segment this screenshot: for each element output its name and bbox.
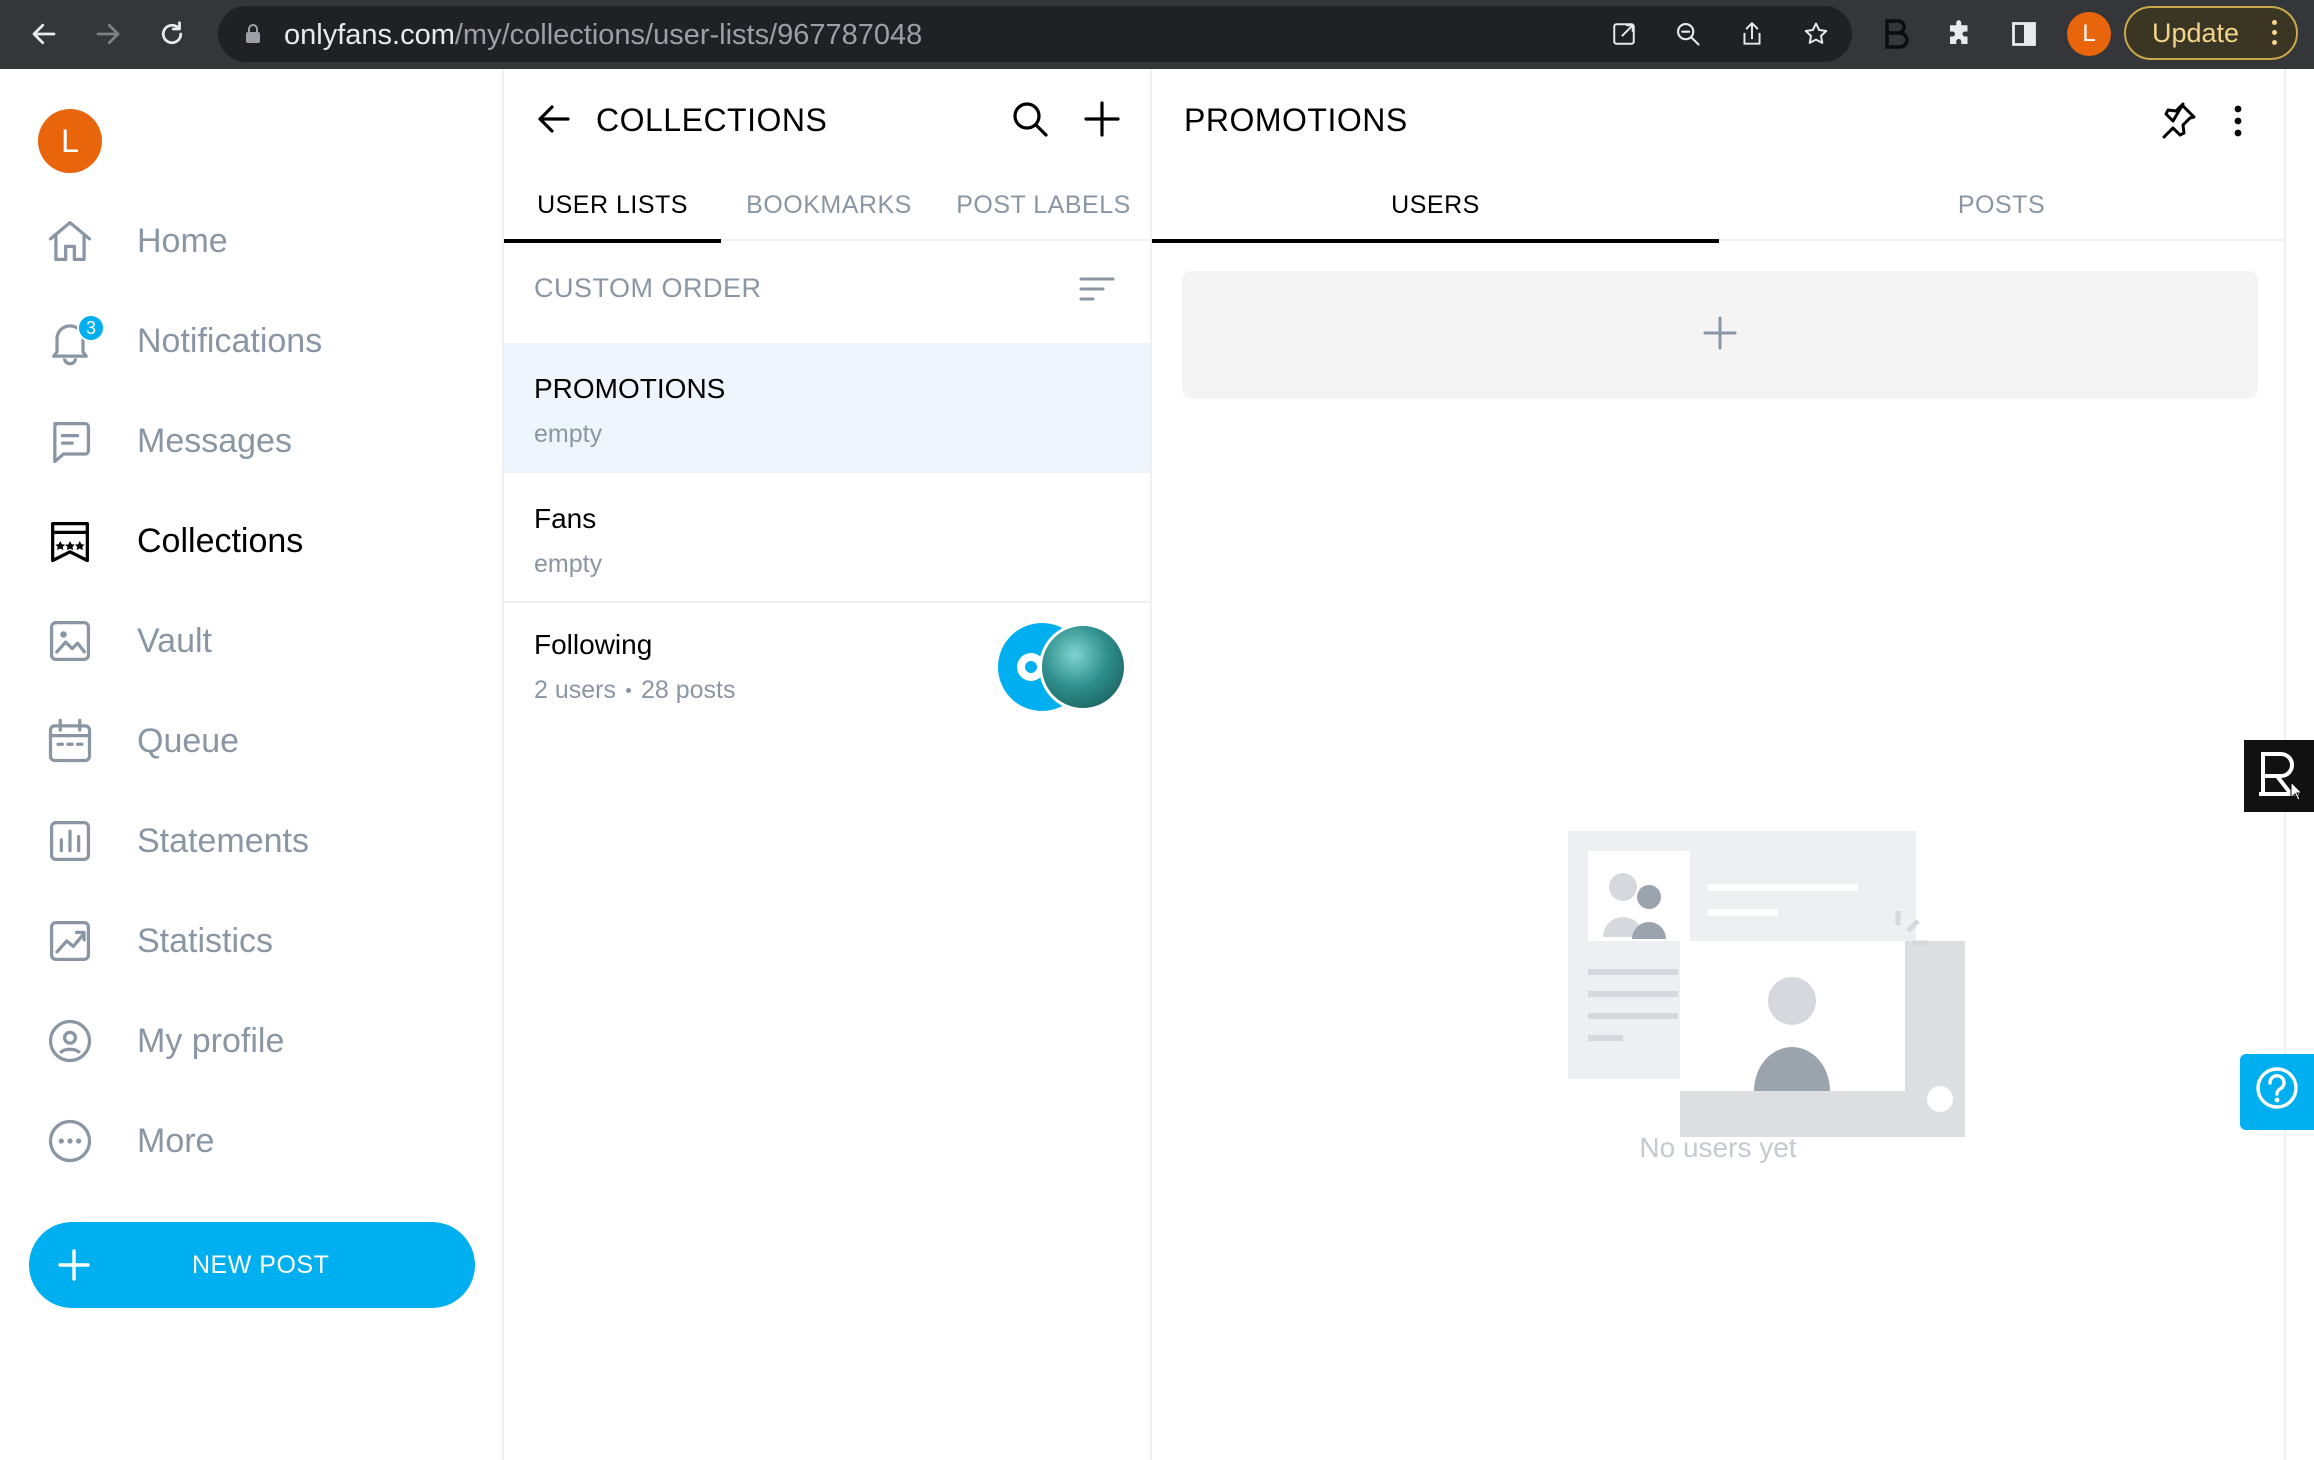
sidebar-item-more[interactable]: More bbox=[40, 1106, 480, 1176]
list-item-following[interactable]: Following 2 users 28 posts bbox=[504, 603, 1150, 733]
new-post-button[interactable]: NEW POST bbox=[29, 1222, 475, 1308]
sort-row[interactable]: CUSTOM ORDER bbox=[504, 241, 1150, 337]
add-users-button[interactable] bbox=[1182, 271, 2258, 399]
tab-users[interactable]: USERS bbox=[1152, 169, 1719, 243]
open-in-app-icon[interactable] bbox=[1606, 16, 1642, 52]
bar-chart-icon bbox=[40, 811, 100, 871]
sidebar-item-label: Collections bbox=[137, 521, 304, 560]
extension-b-icon[interactable] bbox=[1876, 14, 1916, 54]
list-name: PROMOTIONS bbox=[534, 373, 726, 404]
tab-post-labels[interactable]: POST LABELS bbox=[937, 169, 1150, 241]
new-post-label: NEW POST bbox=[192, 1250, 330, 1279]
sidebar-item-label: Notifications bbox=[137, 321, 323, 360]
puzzle-icon[interactable] bbox=[1940, 14, 1980, 54]
sidebar-item-label: Messages bbox=[137, 421, 292, 460]
extension-r-widget[interactable] bbox=[2244, 740, 2314, 812]
sidebar-item-label: My profile bbox=[137, 1021, 285, 1060]
browser-toolbar: onlyfans.com/my/collections/user-lists/9… bbox=[0, 0, 2314, 69]
sidebar-item-statements[interactable]: Statements bbox=[40, 806, 480, 876]
profile-icon bbox=[40, 1011, 100, 1071]
share-icon[interactable] bbox=[1734, 16, 1770, 52]
sidebar-item-queue[interactable]: Queue bbox=[40, 706, 480, 776]
empty-users-illustration-icon bbox=[1508, 759, 1968, 1144]
posts-count: 28 posts bbox=[640, 676, 736, 704]
users-count: 2 users bbox=[534, 676, 616, 704]
list-count: empty bbox=[534, 550, 603, 578]
bookmark-star-icon[interactable] bbox=[1798, 16, 1834, 52]
sidebar-item-notifications[interactable]: 3 Notifications bbox=[40, 306, 480, 376]
collections-tabs: USER LISTS BOOKMARKS POST LABELS bbox=[504, 169, 1150, 243]
tab-user-lists[interactable]: USER LISTS bbox=[504, 169, 721, 243]
calendar-icon bbox=[40, 711, 100, 771]
pin-icon[interactable] bbox=[2158, 101, 2198, 146]
list-name: Fans bbox=[534, 503, 597, 534]
forward-arrow-icon[interactable] bbox=[86, 12, 130, 56]
sidebar-item-label: Vault bbox=[137, 621, 212, 660]
update-button[interactable]: Update bbox=[2124, 6, 2298, 60]
browser-profile-avatar[interactable]: L bbox=[2067, 12, 2111, 56]
bell-icon: 3 bbox=[40, 311, 105, 371]
kebab-menu-icon bbox=[2272, 20, 2278, 50]
kebab-menu-icon[interactable] bbox=[2228, 101, 2248, 146]
url-text: onlyfans.com/my/collections/user-lists/9… bbox=[284, 19, 923, 51]
list-name: Following bbox=[534, 629, 653, 660]
page-title: COLLECTIONS bbox=[596, 102, 828, 138]
list-title: PROMOTIONS bbox=[1184, 102, 1408, 138]
sidebar-item-label: Queue bbox=[137, 721, 240, 760]
tab-bookmarks[interactable]: BOOKMARKS bbox=[721, 169, 937, 241]
collections-header: COLLECTIONS bbox=[504, 69, 1150, 169]
line-chart-icon bbox=[40, 911, 100, 971]
message-icon bbox=[40, 411, 100, 471]
more-icon bbox=[40, 1111, 100, 1171]
update-label: Update bbox=[2152, 17, 2240, 48]
tab-posts[interactable]: POSTS bbox=[1719, 169, 2284, 241]
home-icon bbox=[40, 211, 100, 271]
plus-icon bbox=[1702, 315, 1738, 356]
list-item-fans[interactable]: Fans empty bbox=[504, 473, 1150, 603]
sidebar-item-label: More bbox=[137, 1121, 215, 1160]
empty-state-text: No users yet bbox=[1639, 1132, 1797, 1163]
sidebar-item-home[interactable]: Home bbox=[40, 206, 480, 276]
collections-panel: COLLECTIONS USER LISTS BOOKMARKS POST LA… bbox=[504, 69, 1152, 1460]
zoom-icon[interactable] bbox=[1670, 16, 1706, 52]
list-item-promotions[interactable]: PROMOTIONS empty bbox=[504, 343, 1150, 473]
back-arrow-icon[interactable] bbox=[534, 99, 574, 144]
sidebar-item-messages[interactable]: Messages bbox=[40, 406, 480, 476]
plus-icon bbox=[55, 1246, 93, 1289]
add-list-icon[interactable] bbox=[1082, 99, 1122, 144]
reload-icon[interactable] bbox=[150, 12, 194, 56]
collections-icon bbox=[40, 511, 100, 571]
sort-icon[interactable] bbox=[1078, 271, 1116, 312]
sidebar-item-vault[interactable]: Vault bbox=[40, 606, 480, 676]
search-icon[interactable] bbox=[1010, 99, 1050, 144]
sidebar-item-label: Home bbox=[137, 221, 228, 260]
notification-badge: 3 bbox=[77, 314, 105, 342]
image-icon bbox=[40, 611, 100, 671]
sidebar: L Home 3 Notifications Messages Collecti… bbox=[0, 69, 504, 1460]
sort-label: CUSTOM ORDER bbox=[534, 273, 762, 303]
address-bar[interactable]: onlyfans.com/my/collections/user-lists/9… bbox=[218, 6, 1852, 62]
sidebar-item-my-profile[interactable]: My profile bbox=[40, 1006, 480, 1076]
sidebar-item-collections[interactable]: Collections bbox=[40, 506, 480, 576]
sidebar-item-label: Statistics bbox=[137, 921, 274, 960]
help-button[interactable] bbox=[2240, 1054, 2314, 1130]
list-count: 2 users 28 posts bbox=[534, 676, 736, 705]
list-count: empty bbox=[534, 420, 603, 448]
side-panel-icon[interactable] bbox=[2004, 14, 2044, 54]
sidebar-item-statistics[interactable]: Statistics bbox=[40, 906, 480, 976]
detail-tabs: USERS POSTS bbox=[1152, 169, 2284, 243]
r-logo-icon bbox=[2255, 748, 2304, 805]
avatar[interactable]: L bbox=[38, 109, 102, 173]
list-detail-panel: PROMOTIONS USERS POSTS No users yet bbox=[1152, 69, 2286, 1460]
lock-icon bbox=[244, 23, 262, 50]
avatar bbox=[1039, 623, 1127, 711]
back-arrow-icon[interactable] bbox=[22, 12, 66, 56]
help-icon bbox=[2254, 1065, 2300, 1120]
sidebar-item-label: Statements bbox=[137, 821, 309, 860]
